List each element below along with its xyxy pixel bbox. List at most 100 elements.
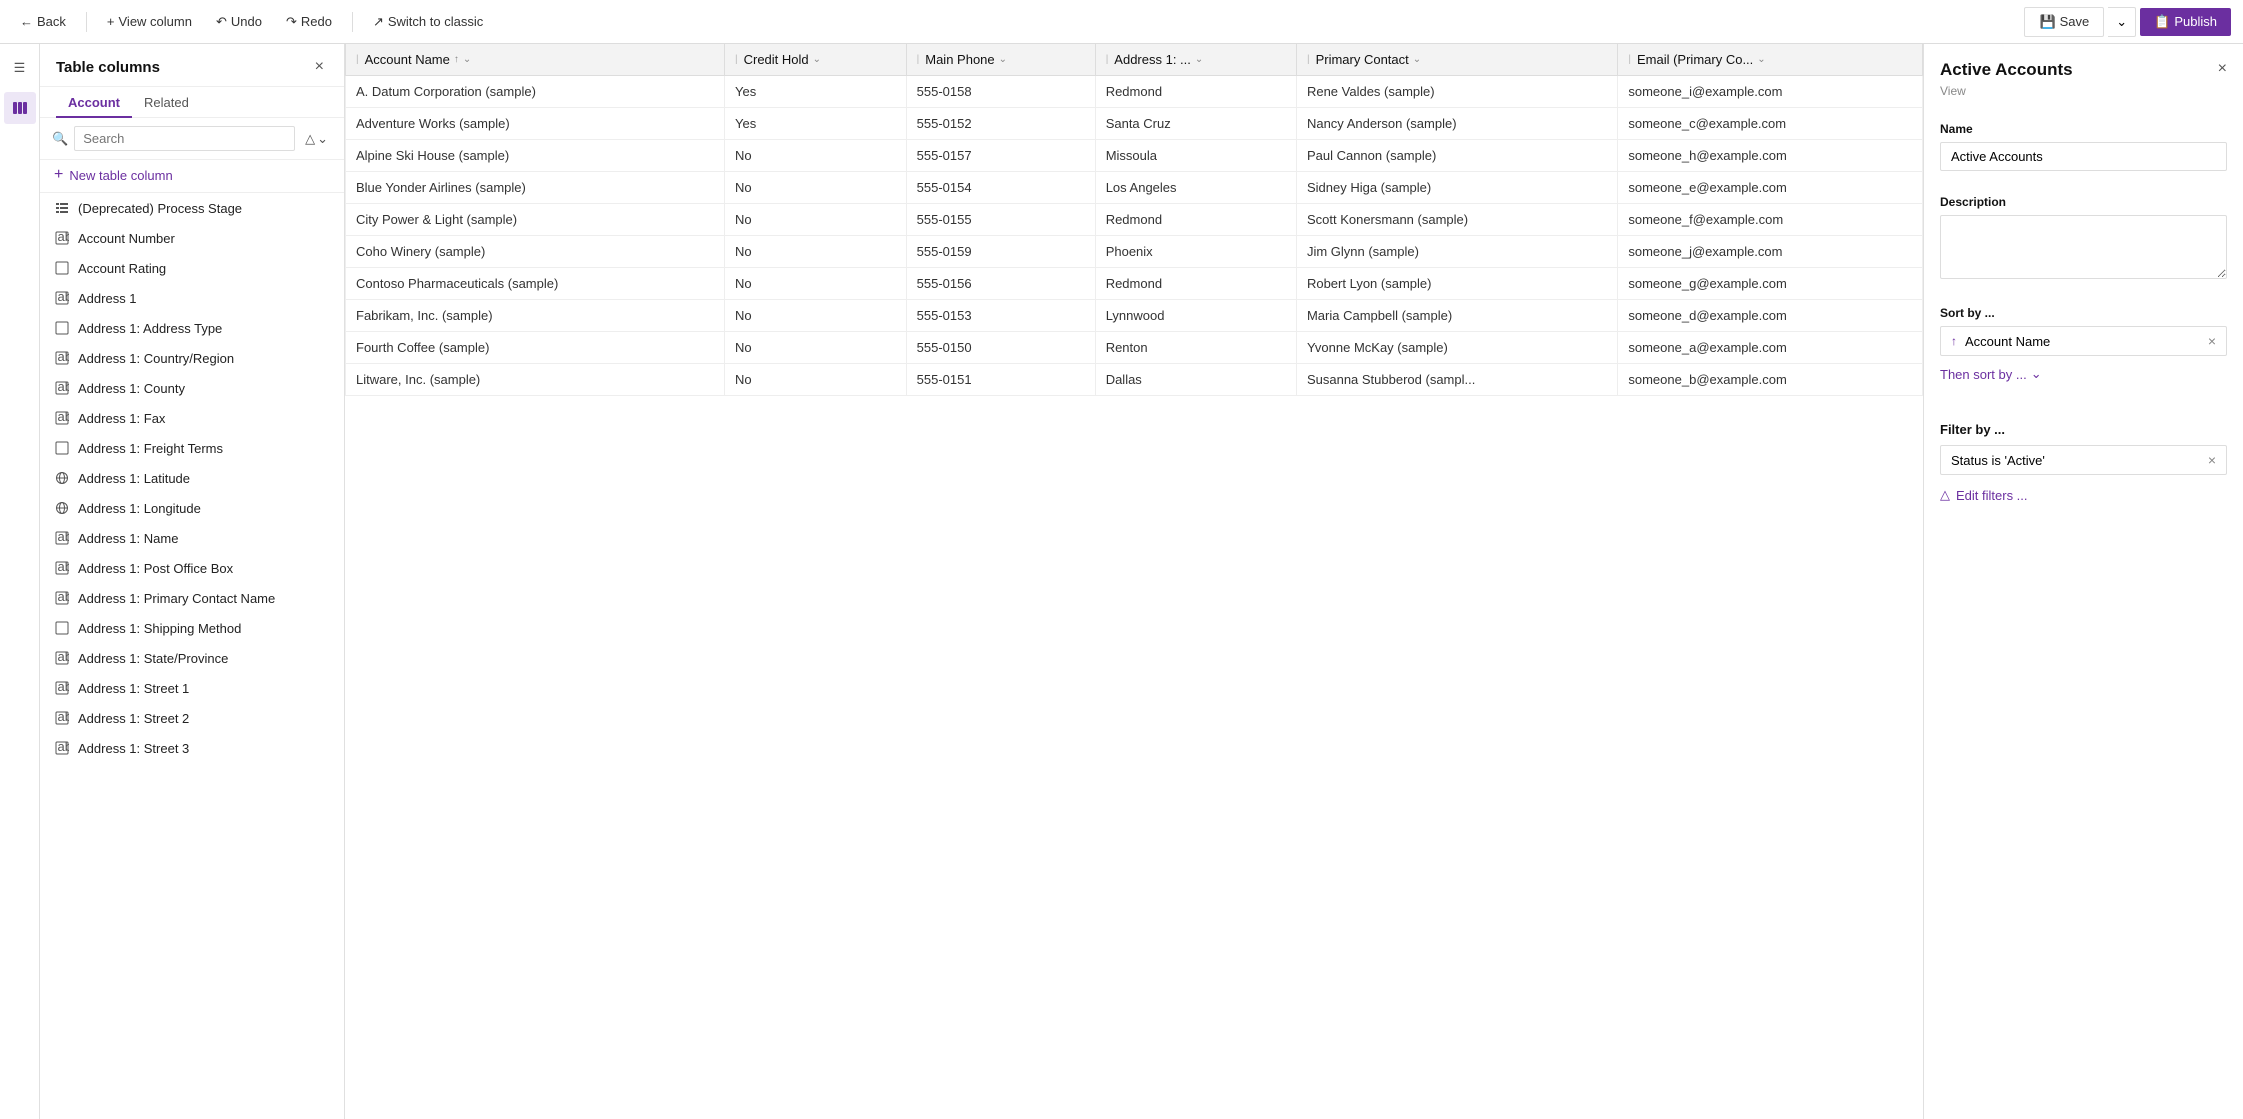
table-row[interactable]: City Power & Light (sample)No555-0155Red… — [346, 204, 1923, 236]
sort-dropdown-icon[interactable]: ⌄ — [1195, 54, 1203, 65]
column-label: Address 1 — [78, 291, 137, 306]
col-header-label: Email (Primary Co... — [1637, 52, 1753, 67]
table-row[interactable]: A. Datum Corporation (sample)Yes555-0158… — [346, 76, 1923, 108]
sidebar-item[interactable]: Address 1: Address Type — [40, 313, 344, 343]
svg-text:abc: abc — [58, 681, 70, 694]
sidebar-item[interactable]: abcAddress 1: County — [40, 373, 344, 403]
sidebar-item[interactable]: abcAddress 1: Street 2 — [40, 703, 344, 733]
sidebar-item[interactable]: abcAccount Number — [40, 223, 344, 253]
sidebar: Table columns × Account Related 🔍 △ ⌄ + … — [40, 44, 345, 1119]
table-row[interactable]: Adventure Works (sample)Yes555-0152Santa… — [346, 108, 1923, 140]
table-row[interactable]: Litware, Inc. (sample)No555-0151DallasSu… — [346, 364, 1923, 396]
sidebar-item[interactable]: Address 1: Latitude — [40, 463, 344, 493]
svg-text:abc: abc — [58, 231, 70, 244]
sidebar-item[interactable]: abc Address 1: Street 1 — [40, 673, 344, 703]
sidebar-item[interactable]: abcAddress 1: State/Province — [40, 643, 344, 673]
sidebar-item[interactable]: Account Rating — [40, 253, 344, 283]
redo-button[interactable]: ↷ Redo — [278, 10, 340, 34]
sidebar-item[interactable]: abcAddress 1 — [40, 283, 344, 313]
view-column-button[interactable]: + View column — [99, 10, 200, 33]
name-input[interactable] — [1940, 142, 2227, 171]
table-cell: someone_j@example.com — [1618, 236, 1923, 268]
sidebar-item[interactable]: Address 1: Freight Terms — [40, 433, 344, 463]
column-label: Address 1: Latitude — [78, 471, 190, 486]
main-layout: ☰ Table columns × Account Related 🔍 △ ⌄ … — [0, 44, 2243, 1119]
table-cell: Adventure Works (sample) — [346, 108, 725, 140]
sidebar-item[interactable]: abcAddress 1: Country/Region — [40, 343, 344, 373]
then-sort-label: Then sort by ... — [1940, 367, 2027, 382]
sidebar-item[interactable]: Address 1: Longitude — [40, 493, 344, 523]
hamburger-menu-icon[interactable]: ☰ — [4, 52, 36, 84]
description-input[interactable] — [1940, 215, 2227, 279]
back-icon: ← — [20, 14, 33, 29]
sidebar-item[interactable]: abcAddress 1: Name — [40, 523, 344, 553]
sidebar-item[interactable]: abcAddress 1: Post Office Box — [40, 553, 344, 583]
grid-container[interactable]: |Account Name↑⌄|Credit Hold⌄|Main Phone⌄… — [345, 44, 1923, 1119]
sidebar-item[interactable]: (Deprecated) Process Stage — [40, 193, 344, 223]
edit-filters-button[interactable]: △ Edit filters ... — [1940, 483, 2028, 507]
filter-by-label: Filter by ... — [1940, 422, 2227, 437]
sidebar-search-row: 🔍 △ ⌄ — [40, 118, 344, 160]
sort-dropdown-icon[interactable]: ⌄ — [813, 54, 821, 65]
table-cell: Yes — [725, 108, 907, 140]
description-section: Description — [1924, 183, 2243, 294]
save-button[interactable]: 💾 Save — [2024, 7, 2104, 37]
switch-icon: ↗ — [373, 14, 384, 30]
sidebar-item[interactable]: abcAddress 1: Primary Contact Name — [40, 583, 344, 613]
sort-asc-icon: ↑ — [454, 54, 459, 65]
table-row[interactable]: Contoso Pharmaceuticals (sample)No555-01… — [346, 268, 1923, 300]
table-row[interactable]: Fourth Coffee (sample)No555-0150RentonYv… — [346, 332, 1923, 364]
table-row[interactable]: Blue Yonder Airlines (sample)No555-0154L… — [346, 172, 1923, 204]
save-dropdown-button[interactable]: ⌄ — [2108, 7, 2136, 37]
sort-item: ↑ Account Name × — [1940, 326, 2227, 356]
filter-button[interactable]: △ ⌄ — [301, 127, 332, 151]
table-cell: Sidney Higa (sample) — [1296, 172, 1617, 204]
sidebar-item[interactable]: abcAddress 1: Street 3 — [40, 733, 344, 763]
sidebar-title: Table columns — [56, 59, 160, 76]
tab-account[interactable]: Account — [56, 87, 132, 118]
sidebar-close-button[interactable]: × — [311, 56, 328, 78]
undo-button[interactable]: ↶ Undo — [208, 10, 270, 34]
new-column-button[interactable]: + New table column — [40, 160, 344, 193]
sort-dropdown-icon[interactable]: ⌄ — [999, 54, 1007, 65]
column-header[interactable]: |Main Phone⌄ — [906, 44, 1095, 76]
table-cell: No — [725, 236, 907, 268]
sort-dropdown-icon[interactable]: ⌄ — [1413, 54, 1421, 65]
table-row[interactable]: Alpine Ski House (sample)No555-0157Misso… — [346, 140, 1923, 172]
column-header[interactable]: |Address 1: ...⌄ — [1095, 44, 1296, 76]
sidebar-item[interactable]: abcAddress 1: Fax — [40, 403, 344, 433]
sort-remove-button[interactable]: × — [2208, 333, 2216, 349]
then-sort-button[interactable]: Then sort by ... ⌄ — [1940, 362, 2042, 386]
sidebar-item[interactable]: Address 1: Shipping Method — [40, 613, 344, 643]
table-row[interactable]: Coho Winery (sample)No555-0159PhoenixJim… — [346, 236, 1923, 268]
column-header[interactable]: |Email (Primary Co...⌄ — [1618, 44, 1923, 76]
table-cell: A. Datum Corporation (sample) — [346, 76, 725, 108]
table-cell: Susanna Stubberod (sampl... — [1296, 364, 1617, 396]
col-header-label: Account Name — [365, 52, 450, 67]
column-label: Address 1: Post Office Box — [78, 561, 233, 576]
column-header[interactable]: |Primary Contact⌄ — [1296, 44, 1617, 76]
filter-remove-button[interactable]: × — [2208, 452, 2216, 468]
column-header[interactable]: |Account Name↑⌄ — [346, 44, 725, 76]
switch-classic-button[interactable]: ↗ Switch to classic — [365, 10, 491, 34]
sort-dropdown-icon[interactable]: ⌄ — [1757, 54, 1765, 65]
column-label: Address 1: Street 1 — [78, 681, 189, 696]
col-divider-icon: | — [1307, 54, 1310, 65]
table-cell: Robert Lyon (sample) — [1296, 268, 1617, 300]
table-cell: Alpine Ski House (sample) — [346, 140, 725, 172]
right-panel-close-button[interactable]: × — [2218, 60, 2227, 78]
search-input[interactable] — [74, 126, 295, 151]
column-header[interactable]: |Credit Hold⌄ — [725, 44, 907, 76]
table-row[interactable]: Fabrikam, Inc. (sample)No555-0153Lynnwoo… — [346, 300, 1923, 332]
tab-related[interactable]: Related — [132, 87, 201, 118]
back-button[interactable]: ← Back — [12, 10, 74, 33]
table-cell: 555-0155 — [906, 204, 1095, 236]
sort-dropdown-icon[interactable]: ⌄ — [463, 54, 471, 65]
table-cell: Phoenix — [1095, 236, 1296, 268]
redo-icon: ↷ — [286, 14, 297, 30]
publish-button[interactable]: 📋 Publish — [2140, 8, 2231, 36]
table-cell: No — [725, 140, 907, 172]
filter-value-label: Status is 'Active' — [1951, 453, 2208, 468]
columns-icon[interactable] — [4, 92, 36, 124]
table-cell: Santa Cruz — [1095, 108, 1296, 140]
